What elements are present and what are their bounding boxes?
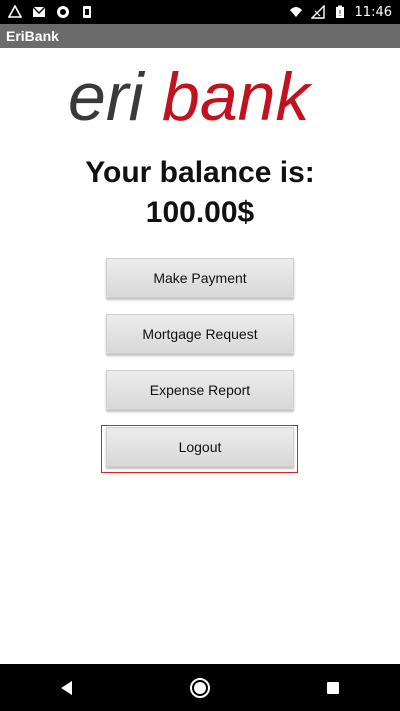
balance-value: 100.00$ <box>145 196 255 229</box>
main-content: eri bank Your balance is: 100.00$ Make P… <box>0 48 400 664</box>
recents-button[interactable] <box>313 668 353 708</box>
eribank-logo-graphic: eri bank <box>68 59 312 135</box>
app-title: EriBank <box>6 28 59 44</box>
mortgage-request-button[interactable]: Mortgage Request <box>106 314 294 354</box>
wifi-icon <box>289 7 302 17</box>
svg-text:bank: bank <box>162 59 312 135</box>
gmail-icon <box>32 6 46 17</box>
status-bar: ! 11:46 <box>0 0 400 24</box>
logout-button[interactable]: Logout <box>106 427 294 467</box>
expense-report-button[interactable]: Expense Report <box>106 370 294 410</box>
make-payment-button[interactable]: Make Payment <box>106 258 294 298</box>
navigation-bar <box>0 664 400 711</box>
app-bar: EriBank <box>0 24 400 48</box>
back-icon <box>60 680 72 695</box>
recents-icon <box>327 681 340 694</box>
no-signal-icon <box>310 5 325 19</box>
drive-icon <box>8 5 22 18</box>
eribank-logo: eri bank <box>66 58 336 138</box>
svg-text:eri: eri <box>68 59 145 135</box>
home-button[interactable] <box>180 668 220 708</box>
sim-icon <box>83 6 91 18</box>
battery-icon: ! <box>335 5 344 18</box>
circle-app-icon <box>57 6 69 18</box>
status-right-icons: ! 11:46 <box>289 5 392 20</box>
back-button[interactable] <box>47 668 87 708</box>
status-left-icons <box>8 5 94 19</box>
svg-text:!: ! <box>338 9 341 18</box>
balance-label: Your balance is: <box>85 156 315 189</box>
home-icon <box>189 677 210 698</box>
status-time: 11:46 <box>354 4 392 20</box>
